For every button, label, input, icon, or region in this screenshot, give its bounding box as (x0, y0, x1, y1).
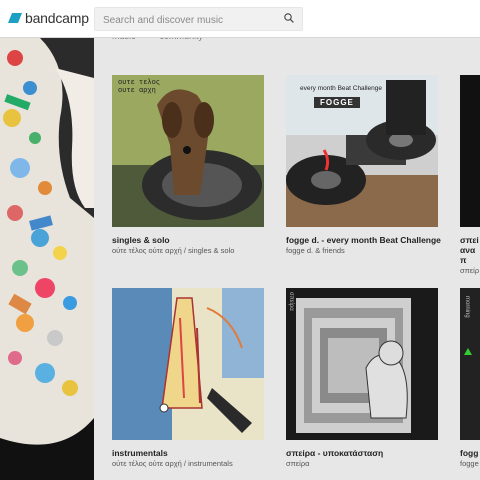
cover-text: every month Beat Challenge (300, 85, 383, 92)
play-icon (464, 348, 472, 355)
cover-logo: FOGGE (314, 97, 360, 108)
left-artwork (0, 38, 94, 480)
cover-art-turntables (286, 75, 438, 227)
album-title[interactable]: fogge d. - every month Beat Challenge (286, 235, 441, 245)
artwork-image (0, 38, 94, 480)
cover-text: morning (464, 296, 470, 318)
search-box[interactable] (94, 7, 303, 31)
cover-text: ουτε τελος ουτε αρχη (118, 79, 161, 95)
album-card[interactable]: σπεί αναπ σπείρ (460, 75, 480, 276)
album-card[interactable]: every month Beat Challenge FOGGE fogge d… (286, 75, 441, 256)
bandcamp-logo-icon (8, 13, 22, 23)
album-artist[interactable]: fogge d. & friends (286, 246, 441, 256)
search-input[interactable] (101, 11, 280, 29)
logo-text: bandcamp (25, 10, 89, 26)
album-cover[interactable]: ουτε τελος ουτε αρχη (112, 75, 264, 227)
album-cover[interactable]: morning (460, 288, 480, 440)
cover-art-mirrors (286, 288, 438, 440)
album-title[interactable]: σπείρα - υποκατάσταση (286, 448, 441, 458)
album-artist[interactable]: σπείρα (286, 459, 441, 469)
top-bar: bandcamp (0, 0, 480, 38)
album-title[interactable]: singles & solo (112, 235, 267, 245)
album-card[interactable]: morning fogg fogge (460, 288, 480, 469)
album-card[interactable]: ουτε τελος ουτε αρχη singles & solo ούτε… (112, 75, 267, 256)
album-artist[interactable]: ούτε τέλος ούτε αρχή / instrumentals (112, 459, 267, 469)
album-artist[interactable]: σπείρ (460, 266, 480, 276)
album-cover[interactable] (460, 75, 480, 227)
album-title[interactable]: fogg (460, 448, 480, 458)
bandcamp-logo[interactable]: bandcamp (8, 10, 89, 26)
cover-art-painting (112, 288, 264, 440)
cover-art-dog (112, 75, 264, 227)
album-artist[interactable]: ούτε τέλος ούτε αρχή / singles & solo (112, 246, 267, 256)
cover-text: σπείρα (288, 292, 294, 311)
album-cover[interactable] (112, 288, 264, 440)
album-card[interactable]: σπείρα σπείρα - υποκατάσταση σπείρα (286, 288, 441, 469)
album-cover[interactable]: every month Beat Challenge FOGGE (286, 75, 438, 227)
album-artist[interactable]: fogge (460, 459, 480, 469)
album-cover[interactable]: σπείρα (286, 288, 438, 440)
album-card[interactable]: instrumentals ούτε τέλος ούτε αρχή / ins… (112, 288, 267, 469)
search-icon[interactable] (284, 13, 294, 23)
album-title[interactable]: σπεί αναπ (460, 235, 480, 265)
album-title[interactable]: instrumentals (112, 448, 267, 458)
